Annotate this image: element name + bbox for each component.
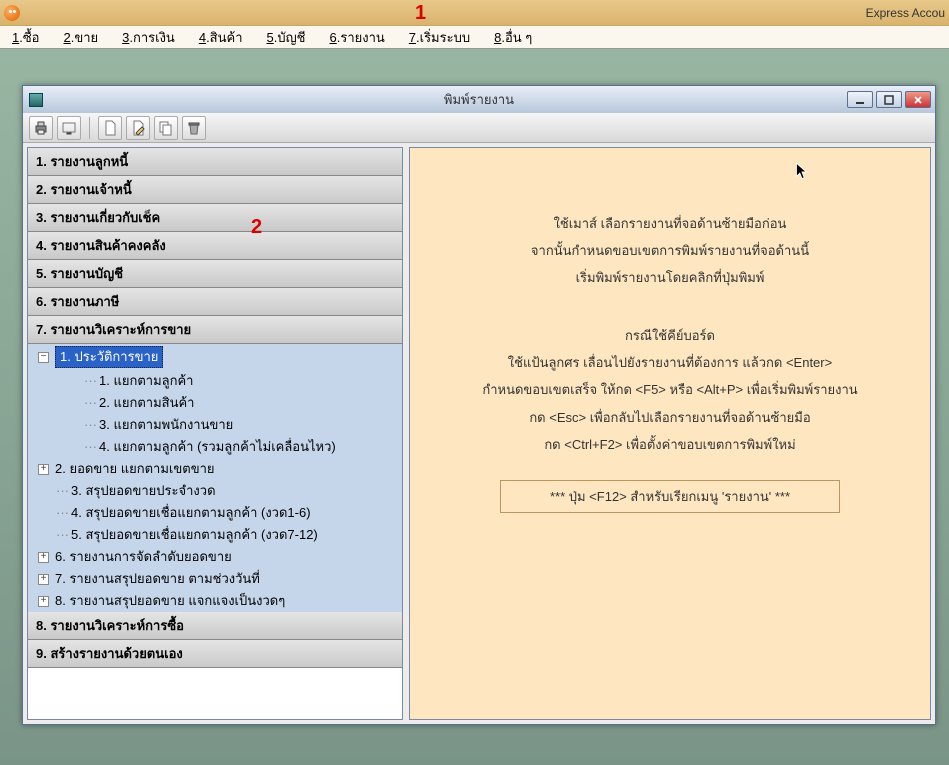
new-doc-button[interactable] xyxy=(98,116,122,140)
collapse-icon[interactable]: − xyxy=(38,352,49,363)
tree-node[interactable]: ···4. สรุปยอดขายเชื่อแยกตามลูกค้า (งวด1-… xyxy=(28,502,402,524)
minimize-button[interactable] xyxy=(847,91,873,108)
info-line: กด <Esc> เพื่อกลับไปเลือกรายงานที่จอด้าน… xyxy=(426,407,914,429)
info-line: ใช้แป้นลูกศร เลื่อนไปยังรายงานที่ต้องการ… xyxy=(426,352,914,374)
info-heading: กรณีใช้คีย์บอร์ด xyxy=(426,325,914,347)
tree-category[interactable]: 1. รายงานลูกหนี้ xyxy=(28,148,402,176)
menu-ขาย[interactable]: 2.ขาย xyxy=(51,27,110,48)
maximize-button[interactable] xyxy=(876,91,902,108)
toolbar-separator xyxy=(89,117,90,139)
menu-บัญชี[interactable]: 5.บัญชี xyxy=(255,27,318,48)
tree-node-label: 7. รายงานสรุปยอดขาย ตามช่วงวันที่ xyxy=(55,570,260,588)
tree-node[interactable]: +7. รายงานสรุปยอดขาย ตามช่วงวันที่ xyxy=(28,568,402,590)
tree-category[interactable]: 9. สร้างรายงานด้วยตนเอง xyxy=(28,640,402,668)
titlebar[interactable]: พิมพ์รายงาน xyxy=(23,86,935,113)
menu-ซื้อ[interactable]: 1.ซื้อ xyxy=(0,27,51,48)
annotation-2: 2 xyxy=(251,216,262,239)
workspace: พิมพ์รายงาน 1. รายงานลูกหนี้2. รายงานเจ้… xyxy=(0,49,949,765)
menubar: 1.ซื้อ2.ขาย3.การเงิน4.สินค้า5.บัญชี6.ราย… xyxy=(0,25,949,49)
report-tree[interactable]: 1. รายงานลูกหนี้2. รายงานเจ้าหนี้3. รายง… xyxy=(27,147,403,720)
tree-node-label: 2. ยอดขาย แยกตามเขตขาย xyxy=(55,460,215,478)
tree-category[interactable]: 5. รายงานบัญชี xyxy=(28,260,402,288)
app-logo-icon xyxy=(4,5,20,21)
content-area: 1. รายงานลูกหนี้2. รายงานเจ้าหนี้3. รายง… xyxy=(23,143,935,724)
tree-node-label: 8. รายงานสรุปยอดขาย แจกแจงเป็นงวดๆ xyxy=(55,592,285,610)
tree-node-label: 1. ประวัติการขาย xyxy=(55,346,163,368)
info-line: กำหนดขอบเขตเสร็จ ให้กด <F5> หรือ <Alt+P>… xyxy=(426,379,914,401)
menu-การเงิน[interactable]: 3.การเงิน xyxy=(110,27,187,48)
info-line: กด <Ctrl+F2> เพื่อตั้งค่าขอบเขตการพิมพ์ใ… xyxy=(426,434,914,456)
tree-node[interactable]: +8. รายงานสรุปยอดขาย แจกแจงเป็นงวดๆ xyxy=(28,590,402,612)
tree-leaf[interactable]: ···4. แยกตามลูกค้า (รวมลูกค้าไม่เคลื่อนไ… xyxy=(28,436,402,458)
tree-category[interactable]: 4. รายงานสินค้าคงคลัง xyxy=(28,232,402,260)
tree-leaf[interactable]: ···3. แยกตามพนักงานขาย xyxy=(28,414,402,436)
expand-icon[interactable]: + xyxy=(38,464,49,475)
info-line: ใช้เมาส์ เลือกรายงานที่จอด้านซ้ายมือก่อน xyxy=(426,213,914,235)
tree-category[interactable]: 2. รายงานเจ้าหนี้ xyxy=(28,176,402,204)
tree-node[interactable]: −1. ประวัติการขาย xyxy=(28,344,402,370)
menu-รายงาน[interactable]: 6.รายงาน xyxy=(318,27,397,48)
delete-button[interactable] xyxy=(182,116,206,140)
expand-icon[interactable]: + xyxy=(38,596,49,607)
annotation-1: 1 xyxy=(415,2,426,25)
info-line: จากนั้นกำหนดขอบเขตการพิมพ์รายงานที่จอด้า… xyxy=(426,240,914,262)
tree-node-label: 3. สรุปยอดขายประจำงวด xyxy=(71,482,216,500)
tree-node[interactable]: +2. ยอดขาย แยกตามเขตขาย xyxy=(28,458,402,480)
tree-node[interactable]: ···5. สรุปยอดขายเชื่อแยกตามลูกค้า (งวด7-… xyxy=(28,524,402,546)
menu-อื่น ๆ[interactable]: 8.อื่น ๆ xyxy=(482,27,544,48)
tree-category[interactable]: 8. รายงานวิเคราะห์การซื้อ xyxy=(28,612,402,640)
edit-doc-button[interactable] xyxy=(126,116,150,140)
tree-node-label: 5. สรุปยอดขายเชื่อแยกตามลูกค้า (งวด7-12) xyxy=(71,526,318,544)
cursor-icon xyxy=(794,162,810,182)
expand-icon[interactable]: + xyxy=(38,552,49,563)
menu-สินค้า[interactable]: 4.สินค้า xyxy=(187,27,255,48)
app-title: Express Accou xyxy=(866,6,945,20)
info-panel: ใช้เมาส์ เลือกรายงานที่จอด้านซ้ายมือก่อน… xyxy=(409,147,931,720)
tree-leaf[interactable]: ···2. แยกตามสินค้า xyxy=(28,392,402,414)
report-window: พิมพ์รายงาน 1. รายงานลูกหนี้2. รายงานเจ้… xyxy=(22,85,936,725)
f12-hint: *** ปุ่ม <F12> สำหรับเรียกเมนู 'รายงาน' … xyxy=(500,480,840,513)
preview-button[interactable] xyxy=(57,116,81,140)
tree-category[interactable]: 3. รายงานเกี่ยวกับเช็ค xyxy=(28,204,402,232)
copy-doc-button[interactable] xyxy=(154,116,178,140)
tree-node[interactable]: ···3. สรุปยอดขายประจำงวด xyxy=(28,480,402,502)
menu-เริ่มระบบ[interactable]: 7.เริ่มระบบ xyxy=(397,27,482,48)
toolbar xyxy=(23,113,935,143)
window-title: พิมพ์รายงาน xyxy=(23,89,935,110)
tree-node-label: 6. รายงานการจัดลำดับยอดขาย xyxy=(55,548,232,566)
close-button[interactable] xyxy=(905,91,931,108)
tree-node[interactable]: +6. รายงานการจัดลำดับยอดขาย xyxy=(28,546,402,568)
expand-icon[interactable]: + xyxy=(38,574,49,585)
tree-node-label: 4. สรุปยอดขายเชื่อแยกตามลูกค้า (งวด1-6) xyxy=(71,504,311,522)
print-button[interactable] xyxy=(29,116,53,140)
app-header: Express Accou xyxy=(0,0,949,25)
tree-category[interactable]: 7. รายงานวิเคราะห์การขาย xyxy=(28,316,402,344)
tree-category[interactable]: 6. รายงานภาษี xyxy=(28,288,402,316)
info-line: เริ่มพิมพ์รายงานโดยคลิกที่ปุ่มพิมพ์ xyxy=(426,267,914,289)
tree-leaf[interactable]: ···1. แยกตามลูกค้า xyxy=(28,370,402,392)
